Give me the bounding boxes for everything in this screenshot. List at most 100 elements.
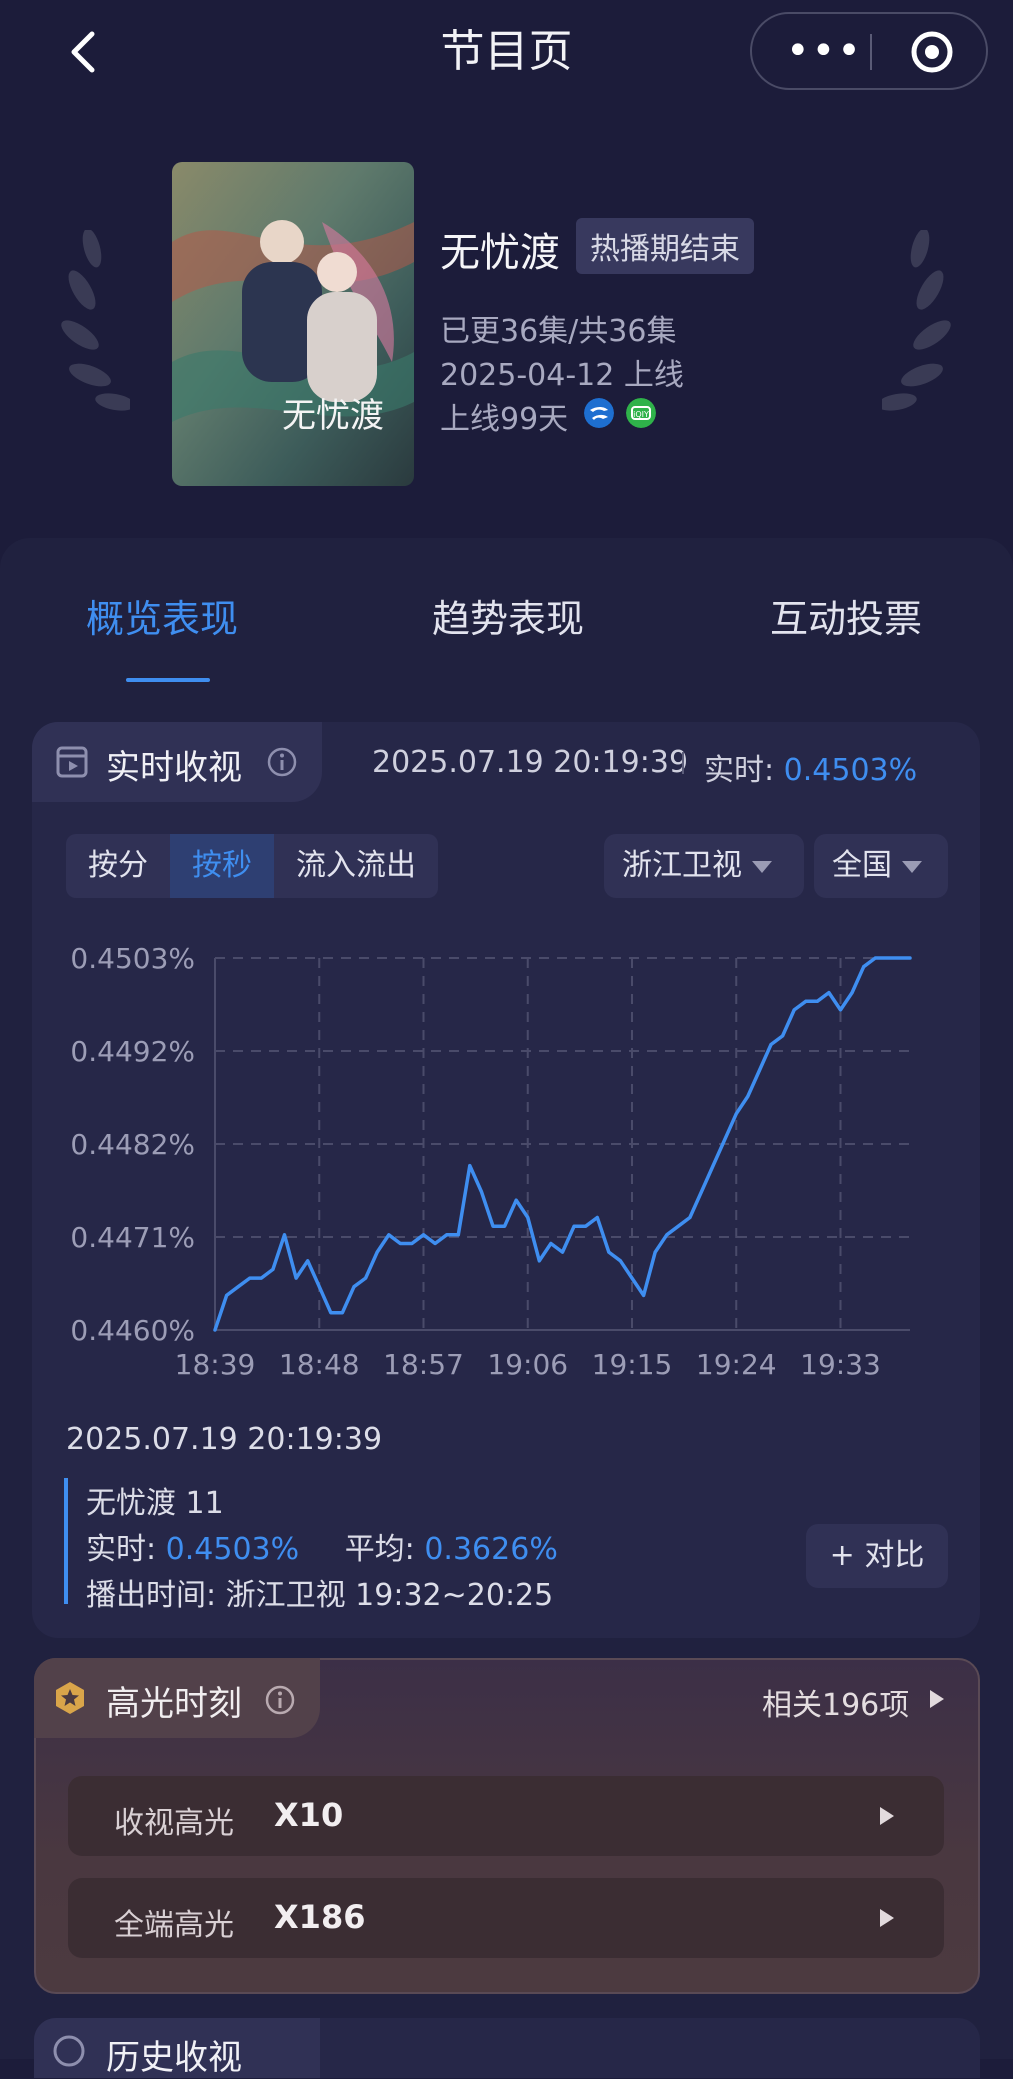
data-point <box>827 991 831 995</box>
data-point <box>792 1008 796 1012</box>
highlight-row-value: X186 <box>274 1898 366 1936</box>
mode-flow[interactable]: 流入流出 <box>274 834 438 898</box>
mini-program-capsule: ••• <box>750 12 988 90</box>
laurel-left-icon <box>61 230 130 411</box>
show-poster[interactable]: 无忧渡 <box>172 162 414 486</box>
highlights-related-link[interactable]: 相关196项 <box>762 1680 909 1724</box>
realtime-label: 实时: <box>704 753 775 788</box>
data-point <box>283 1233 286 1237</box>
data-point <box>653 1250 657 1254</box>
data-point <box>537 1259 541 1263</box>
selection-avg-value: 0.3626% <box>424 1532 558 1567</box>
data-point <box>815 999 819 1003</box>
capsule-divider <box>870 34 872 70</box>
data-point <box>908 956 912 960</box>
close-target-icon[interactable] <box>910 30 954 74</box>
data-point <box>642 1293 646 1297</box>
data-point <box>225 1293 229 1297</box>
highlight-row-value: X10 <box>274 1796 344 1834</box>
x-tick-label: 19:06 <box>487 1348 568 1381</box>
data-point <box>781 1034 785 1038</box>
data-point <box>711 1164 715 1168</box>
data-point <box>364 1276 368 1280</box>
tv-schedule-icon <box>56 746 88 778</box>
show-title: 无忧渡 <box>440 230 560 276</box>
history-title: 历史收视 <box>106 2038 242 2078</box>
data-point <box>676 1224 680 1228</box>
data-point <box>839 1008 842 1012</box>
data-point <box>572 1224 576 1228</box>
data-point <box>618 1259 622 1263</box>
data-point <box>433 1241 437 1245</box>
data-point <box>595 1216 599 1220</box>
data-point <box>317 1285 321 1289</box>
premiere-date: 2025-04-12 上线 <box>440 358 684 393</box>
play-arrow-icon <box>930 1690 944 1708</box>
mode-by-minute[interactable]: 按分 <box>66 834 170 898</box>
iqiyi-icon: iQIY <box>626 398 656 428</box>
data-point <box>213 1328 217 1332</box>
play-arrow-icon <box>880 1909 894 1927</box>
data-point <box>549 1241 553 1245</box>
tab-trend[interactable]: 趋势表现 <box>432 588 584 643</box>
data-point <box>723 1138 727 1142</box>
highlight-row-label: 全端高光 <box>114 1908 234 1943</box>
data-point <box>514 1198 518 1202</box>
laurel-right-icon <box>882 230 951 411</box>
selection-episode: 无忧渡 11 <box>86 1486 224 1521</box>
selection-airtime: 播出时间: 浙江卫视 19:32~20:25 <box>86 1578 554 1613</box>
data-point <box>503 1224 507 1228</box>
poster-title: 无忧渡 <box>282 396 384 436</box>
data-point <box>306 1259 310 1263</box>
data-point <box>607 1250 611 1254</box>
poster-image: 无忧渡 <box>172 162 414 486</box>
x-tick-label: 18:57 <box>383 1348 464 1381</box>
data-point <box>561 1250 564 1254</box>
data-point <box>422 1233 425 1237</box>
data-point <box>757 1068 761 1072</box>
realtime-value: 0.4503% <box>783 753 918 788</box>
series-color-bar <box>64 1478 68 1604</box>
realtime-title: 实时收视 <box>106 748 242 788</box>
episode-count: 已更36集/共36集 <box>440 314 677 349</box>
more-icon[interactable]: ••• <box>786 31 863 71</box>
realtime-ratings-chart[interactable]: 0.4503% 0.4492% 0.4482% 0.4471% 0.4460%18:39… <box>40 930 980 1400</box>
data-point <box>387 1233 391 1237</box>
highlight-row-label: 收视高光 <box>114 1806 234 1841</box>
data-point <box>804 999 808 1003</box>
data-point <box>862 965 866 969</box>
data-point <box>873 956 877 960</box>
channel-dropdown-value: 浙江卫视 <box>622 848 742 883</box>
info-icon[interactable] <box>264 1684 296 1716</box>
divider <box>682 752 684 774</box>
compare-button[interactable]: + 对比 <box>806 1524 948 1588</box>
selection-realtime-label: 实时: <box>86 1532 157 1567</box>
granularity-switch: 按分 按秒 流入流出 <box>66 834 438 898</box>
tab-vote[interactable]: 互动投票 <box>770 588 922 643</box>
tab-overview[interactable]: 概览表现 <box>86 588 238 643</box>
data-point <box>885 956 889 960</box>
region-dropdown[interactable]: 全国 <box>814 834 948 898</box>
data-point <box>456 1233 460 1237</box>
days-online: 上线99天 <box>440 402 569 437</box>
caret-down-icon <box>902 860 922 873</box>
channel-dropdown[interactable]: 浙江卫视 <box>604 834 804 898</box>
region-dropdown-value: 全国 <box>832 848 892 883</box>
data-point <box>398 1241 402 1245</box>
y-tick-label: 0.4471% <box>70 1221 195 1254</box>
data-point <box>850 991 854 995</box>
data-point <box>896 956 900 960</box>
data-point <box>329 1311 333 1315</box>
info-icon[interactable] <box>266 746 298 778</box>
active-tab-indicator <box>126 678 210 682</box>
data-point <box>665 1233 669 1237</box>
mode-by-second[interactable]: 按秒 <box>170 834 274 898</box>
data-point <box>491 1224 495 1228</box>
data-point <box>479 1190 483 1194</box>
selection-timestamp: 2025.07.19 20:19:39 <box>66 1422 383 1457</box>
data-point <box>352 1285 356 1289</box>
data-point <box>734 1112 738 1116</box>
star-badge-icon <box>56 1682 84 1714</box>
data-point <box>445 1233 449 1237</box>
zhejiang-tv-icon <box>584 398 614 428</box>
